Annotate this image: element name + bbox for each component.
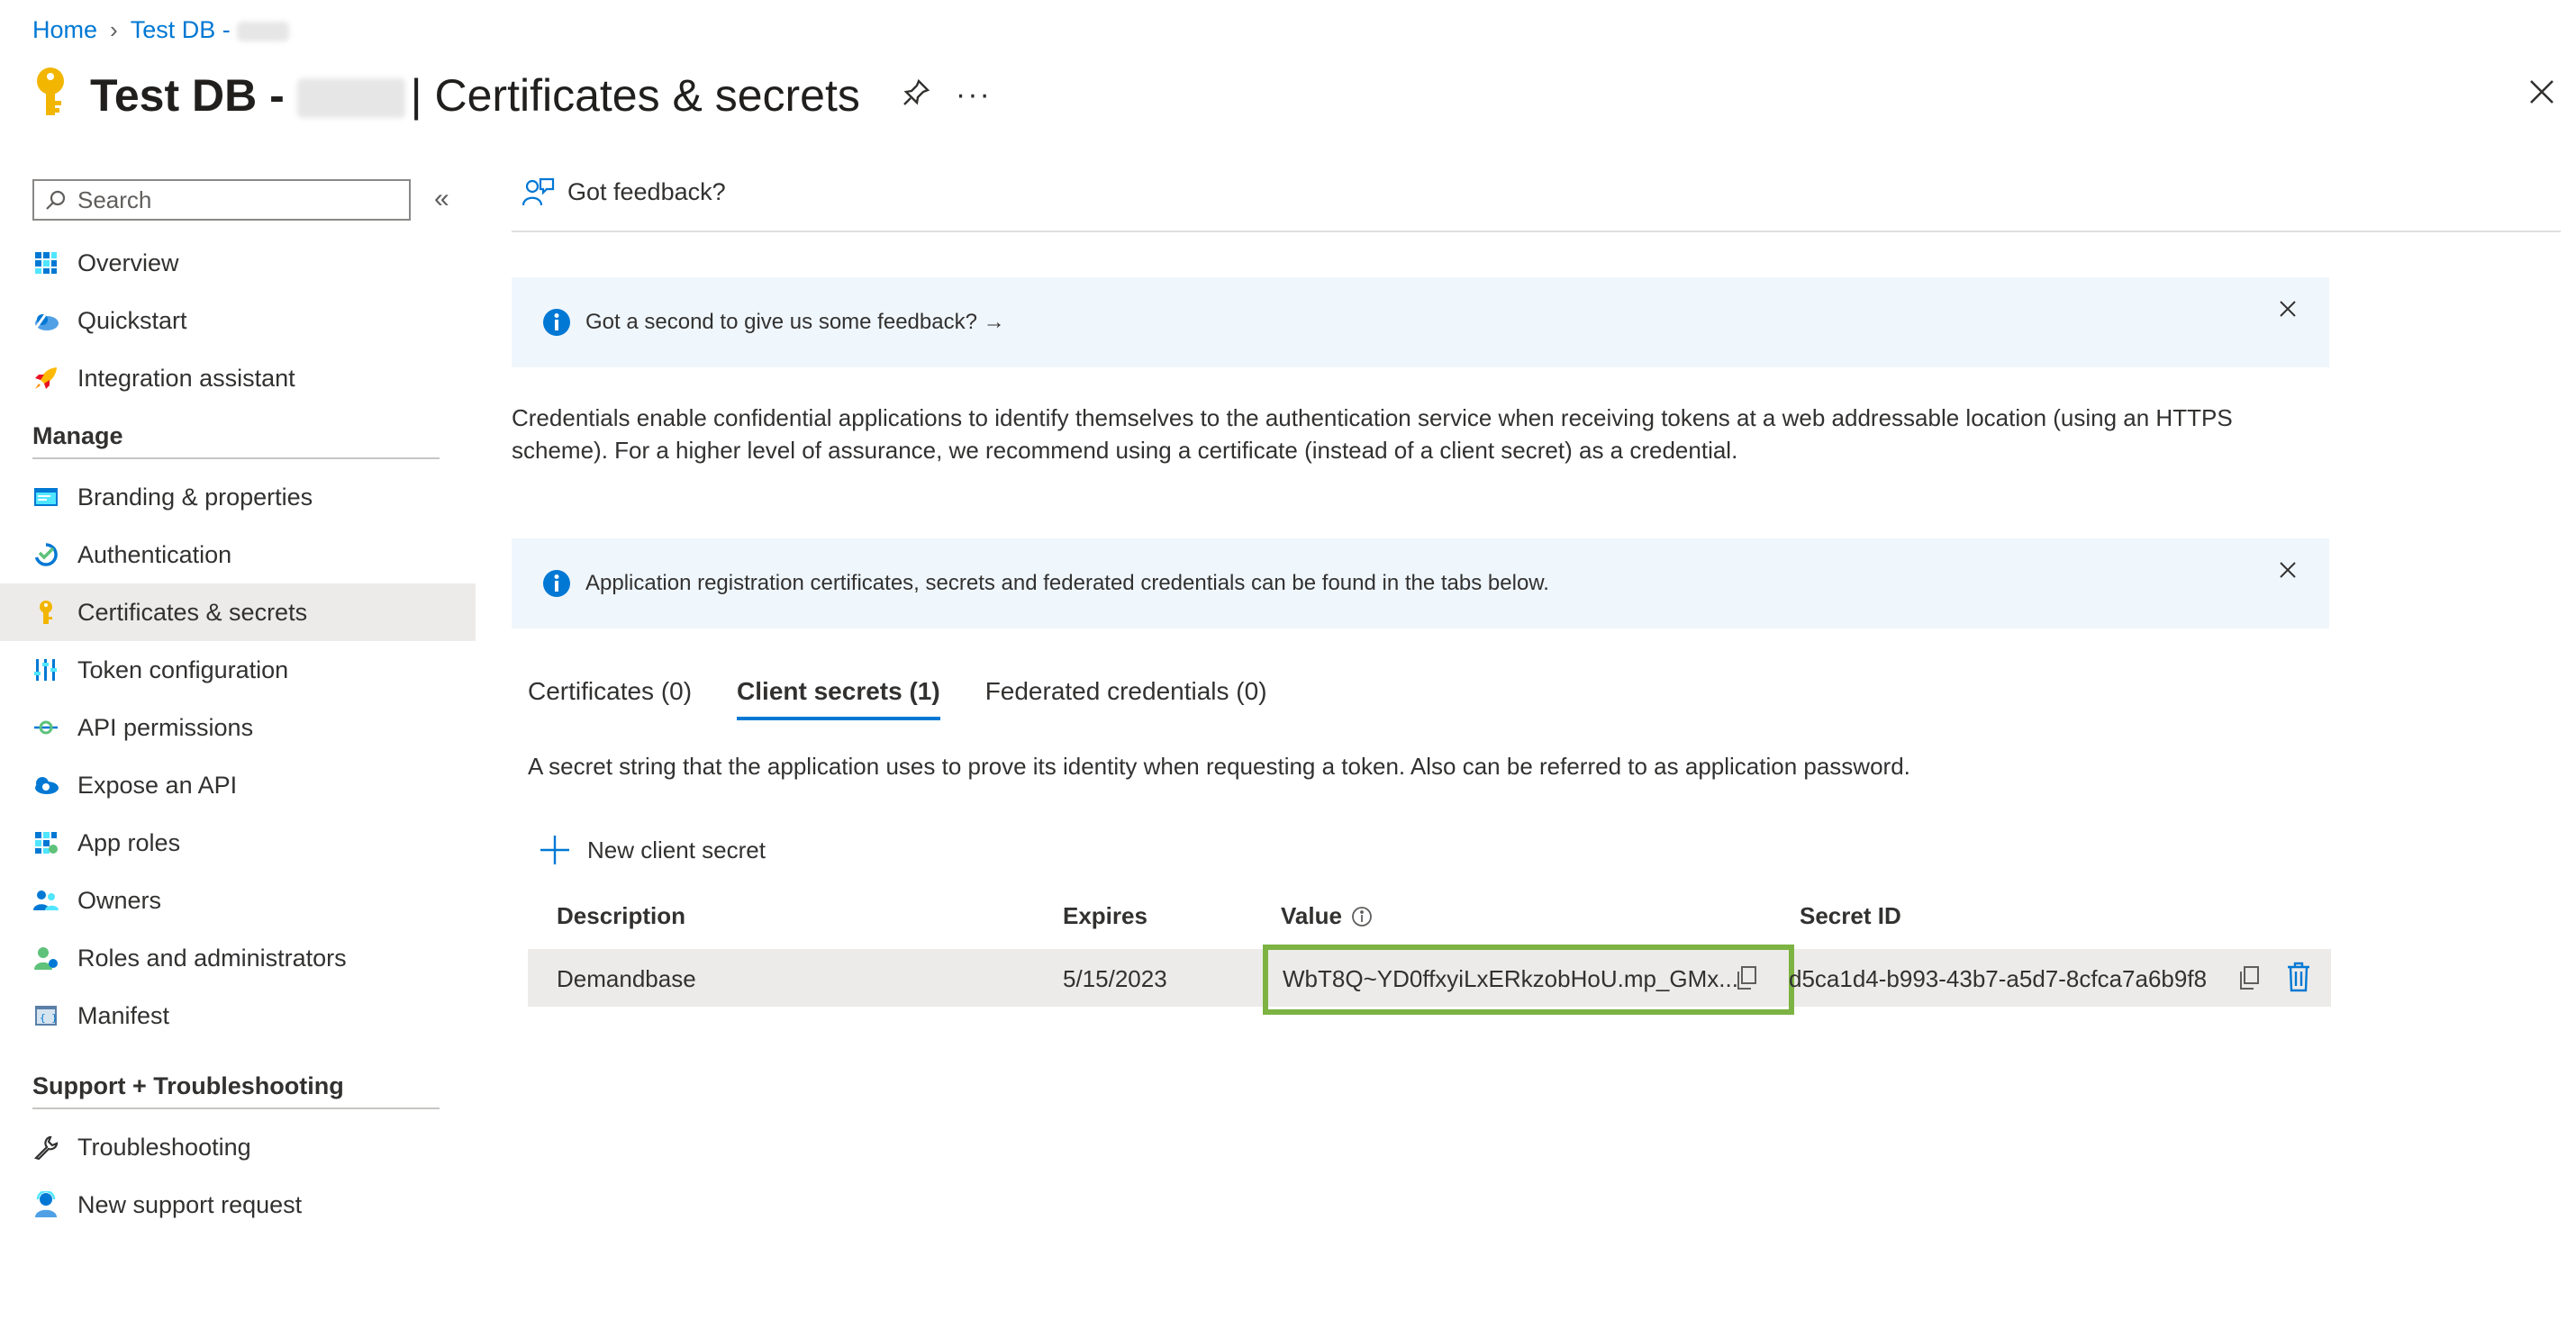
column-header-expires: Expires (1063, 902, 1147, 929)
breadcrumb-app[interactable]: Test DB - (131, 16, 290, 44)
new-client-secret-label: New client secret (587, 836, 766, 863)
sidebar-item-label: App roles (77, 828, 181, 856)
sidebar-item-manifest[interactable]: { } Manifest (0, 987, 476, 1044)
secret-description: Demandbase (557, 965, 696, 992)
more-options-icon[interactable]: ··· (956, 77, 992, 113)
sidebar-item-label: Troubleshooting (77, 1133, 251, 1161)
support-person-icon (32, 1191, 59, 1218)
breadcrumb-home[interactable]: Home (32, 16, 97, 44)
info-icon (543, 309, 570, 336)
svg-text:{ }: { } (40, 1012, 58, 1024)
sidebar-item-label: Integration assistant (77, 364, 295, 392)
got-feedback-label: Got feedback? (567, 177, 726, 205)
owners-icon (32, 887, 59, 914)
tab-client-secrets[interactable]: Client secrets (1) (737, 677, 940, 720)
column-header-secret-id: Secret ID (1800, 902, 1901, 929)
new-client-secret-button[interactable]: New client secret (539, 834, 766, 866)
manage-section-header: Manage (32, 416, 440, 459)
sidebar-item-label: Owners (77, 886, 162, 914)
page-title: Test DB - | Certificates & secrets (90, 69, 860, 121)
copy-secret-id-icon[interactable] (2237, 965, 2261, 995)
app-roles-grid-icon (32, 829, 59, 856)
rocket-icon (32, 365, 59, 392)
info-banner: Application registration certificates, s… (512, 538, 2329, 628)
authentication-icon (32, 541, 59, 568)
command-bar-divider (512, 231, 2561, 232)
search-placeholder: Search (77, 185, 152, 213)
close-icon[interactable] (2527, 77, 2556, 111)
sidebar-item-label: New support request (77, 1190, 303, 1218)
info-banner-text: Application registration certificates, s… (585, 571, 1549, 595)
client-secrets-description: A secret string that the application use… (528, 753, 1910, 780)
credentials-description: Credentials enable confidential applicat… (512, 404, 2233, 464)
branding-icon (32, 484, 59, 511)
sidebar-item-roles-administrators[interactable]: Roles and administrators (0, 929, 476, 987)
page-header: Test DB - | Certificates & secrets ··· (32, 65, 992, 125)
expose-api-cloud-icon (32, 772, 59, 799)
sidebar-item-label: Quickstart (77, 306, 187, 334)
sidebar-item-branding[interactable]: Branding & properties (0, 468, 476, 526)
chevron-right-icon: › (110, 16, 118, 43)
feedback-person-icon (522, 177, 555, 206)
tab-federated-credentials[interactable]: Federated credentials (0) (985, 677, 1267, 720)
sidebar-item-label: Manifest (77, 1001, 170, 1029)
value-highlight-box (1263, 945, 1794, 1015)
key-icon (32, 599, 59, 626)
collapse-sidebar-icon[interactable]: « (434, 184, 449, 214)
column-header-value: Value (1281, 902, 1373, 930)
sidebar-item-label: API permissions (77, 713, 254, 741)
column-header-description: Description (557, 902, 686, 929)
delete-icon[interactable] (2286, 962, 2311, 997)
search-input[interactable]: Search (32, 179, 411, 221)
sidebar-item-label: Expose an API (77, 771, 238, 799)
sidebar-item-token-configuration[interactable]: Token configuration (0, 641, 476, 699)
credential-tabs: Certificates (0) Client secrets (1) Fede… (528, 677, 1312, 720)
got-feedback-button[interactable]: Got feedback? (522, 176, 726, 207)
info-outline-icon[interactable] (1351, 906, 1373, 927)
sidebar-item-label: Certificates & secrets (77, 598, 308, 626)
support-section-header: Support + Troubleshooting (32, 1066, 440, 1109)
sidebar-nav: Overview Quickstart Integration assistan… (0, 234, 476, 1234)
quickstart-cloud-icon (32, 307, 59, 334)
sidebar-item-overview[interactable]: Overview (0, 234, 476, 292)
sidebar-item-app-roles[interactable]: App roles (0, 814, 476, 872)
key-icon (32, 65, 68, 125)
sidebar-item-owners[interactable]: Owners (0, 872, 476, 929)
sidebar-item-label: Token configuration (77, 655, 289, 683)
sidebar-item-quickstart[interactable]: Quickstart (0, 292, 476, 349)
sidebar-item-expose-api[interactable]: Expose an API (0, 756, 476, 814)
close-icon[interactable] (2279, 560, 2297, 585)
sidebar-item-label: Roles and administrators (77, 944, 347, 972)
sidebar-item-integration-assistant[interactable]: Integration assistant (0, 349, 476, 407)
roles-admins-icon (32, 945, 59, 972)
manifest-icon: { } (32, 1002, 59, 1029)
token-bars-icon (32, 656, 59, 683)
sidebar-item-certificates-secrets[interactable]: Certificates & secrets (0, 583, 476, 641)
sidebar-item-new-support-request[interactable]: New support request (0, 1176, 476, 1234)
tab-certificates[interactable]: Certificates (0) (528, 677, 692, 720)
secret-id: d5ca1d4-b993-43b7-a5d7-8cfca7a6b9f8 (1789, 965, 2208, 992)
wrench-icon (32, 1134, 59, 1161)
sidebar-item-troubleshooting[interactable]: Troubleshooting (0, 1118, 476, 1176)
sidebar-item-label: Branding & properties (77, 483, 313, 511)
breadcrumb: Home › Test DB - (32, 16, 290, 44)
api-permissions-icon (32, 714, 59, 741)
sidebar-item-label: Overview (77, 249, 179, 276)
feedback-banner: Got a second to give us some feedback? → (512, 277, 2329, 367)
sidebar-item-api-permissions[interactable]: API permissions (0, 699, 476, 756)
search-icon (46, 190, 66, 210)
plus-icon (540, 836, 569, 864)
feedback-banner-link[interactable]: Got a second to give us some feedback? → (585, 310, 1005, 335)
pin-icon[interactable] (902, 78, 930, 112)
sidebar-item-label: Authentication (77, 540, 232, 568)
overview-grid-icon (32, 249, 59, 276)
info-icon (543, 570, 570, 597)
secret-expires: 5/15/2023 (1063, 965, 1167, 992)
sidebar-item-authentication[interactable]: Authentication (0, 526, 476, 583)
close-icon[interactable] (2279, 299, 2297, 324)
